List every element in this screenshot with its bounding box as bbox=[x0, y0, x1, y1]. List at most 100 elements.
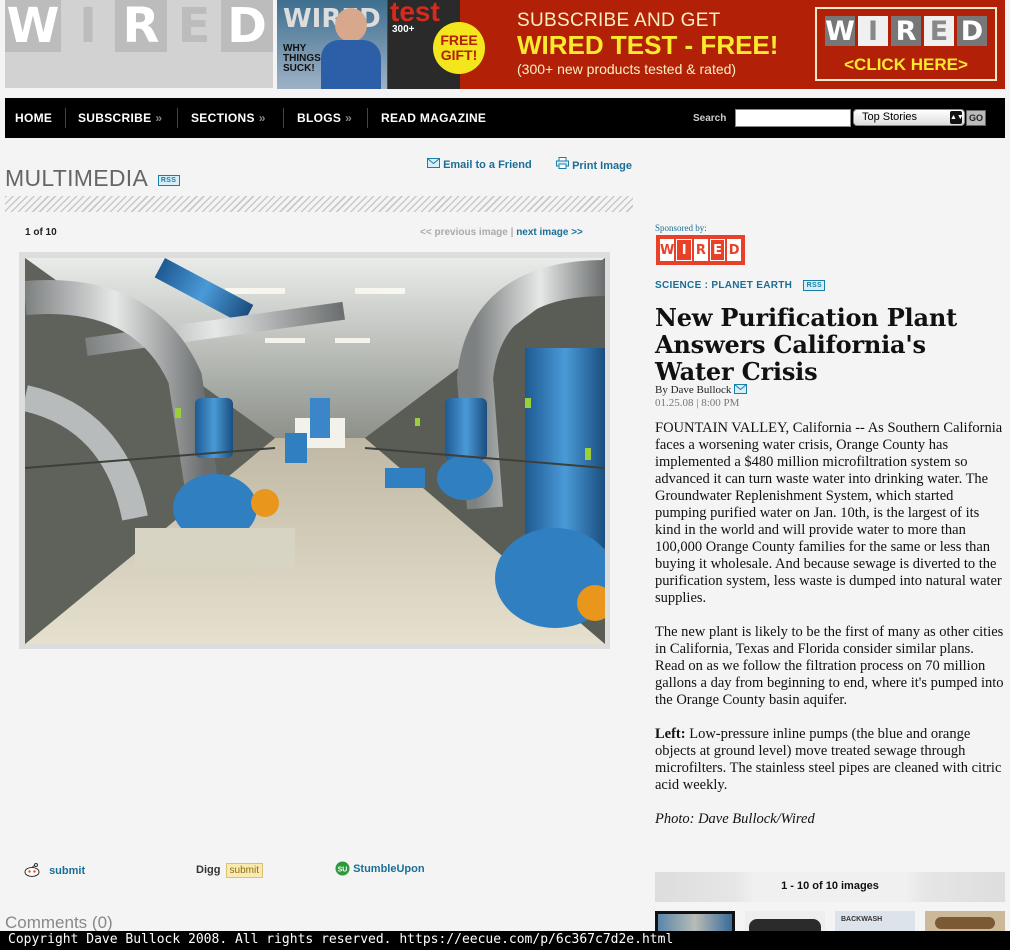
ad-click-here-button[interactable]: W I R E D <CLICK HERE> bbox=[815, 7, 997, 81]
article-categories: SCIENCE : PLANET EARTH RSS bbox=[655, 280, 826, 291]
photo-credit: Photo: Dave Bullock/Wired bbox=[655, 811, 815, 827]
article-paragraph: FOUNTAIN VALLEY, California -- As Southe… bbox=[655, 420, 1003, 606]
nav-subscribe[interactable]: SUBSCRIBE» bbox=[78, 111, 162, 125]
wired-logo[interactable]: W I R E D bbox=[5, 0, 273, 88]
nav-home[interactable]: HOME bbox=[15, 111, 52, 125]
ad-logo-letter: E bbox=[924, 16, 954, 47]
category-science-link[interactable]: SCIENCE bbox=[655, 280, 702, 291]
photo-caption: Left: Low-pressure inline pumps (the blu… bbox=[655, 726, 1005, 794]
email-friend-link[interactable]: Email to a Friend bbox=[427, 158, 532, 171]
ad-line-1: SUBSCRIBE AND GET bbox=[517, 10, 721, 31]
stumbleupon-icon: SU bbox=[335, 861, 350, 876]
previous-image-link[interactable]: << previous image bbox=[420, 227, 508, 238]
caption-text: Low-pressure inline pumps (the blue and … bbox=[655, 726, 1002, 793]
test-cover-number: 300+ bbox=[392, 24, 415, 35]
caption-lead: Left: bbox=[655, 726, 686, 742]
sponsor-logo-letter: D bbox=[727, 239, 742, 261]
cover-face-shape bbox=[335, 8, 367, 42]
sponsor-logo-letter: E bbox=[709, 239, 726, 261]
reddit-alien-icon bbox=[24, 863, 40, 877]
article-byline: By Dave Bullock bbox=[655, 384, 748, 396]
multimedia-title: MULTIMEDIA RSS bbox=[5, 165, 180, 192]
printer-icon bbox=[556, 157, 569, 169]
search-input[interactable] bbox=[735, 109, 851, 127]
copyright-footer: Copyright Dave Bullock 2008. All rights … bbox=[0, 931, 1010, 950]
logo-letter: I bbox=[61, 0, 115, 54]
logo-letter: R bbox=[122, 0, 160, 54]
nav-blogs-label: BLOGS bbox=[297, 111, 342, 125]
cover-shirt-shape bbox=[321, 40, 381, 89]
sponsor-logo-letter: R bbox=[694, 239, 708, 261]
chevron-right-icon: » bbox=[345, 111, 353, 125]
next-image-link[interactable]: next image >> bbox=[516, 227, 583, 238]
ad-wired-logo: W I R E D bbox=[825, 16, 987, 47]
pump-room-illustration bbox=[25, 258, 605, 644]
email-friend-label: Email to a Friend bbox=[443, 159, 532, 171]
search-go-button[interactable]: GO bbox=[966, 110, 986, 126]
ad-line-3: (300+ new products tested & rated) bbox=[517, 61, 737, 77]
ad-line-2: WIRED TEST - FREE! bbox=[517, 30, 779, 60]
nav-divider bbox=[283, 108, 284, 128]
nav-sections-label: SECTIONS bbox=[191, 111, 255, 125]
sponsor-logo-letter: W bbox=[660, 239, 675, 261]
nav-subscribe-label: SUBSCRIBE bbox=[78, 111, 152, 125]
pager-divider: | bbox=[507, 227, 517, 238]
envelope-icon bbox=[427, 158, 440, 168]
gallery-count-label: 1 - 10 of 10 images bbox=[781, 880, 879, 892]
chevron-right-icon: » bbox=[258, 111, 266, 125]
gallery-navigation-bar: 1 - 10 of 10 images bbox=[655, 872, 1005, 902]
select-arrows-icon: ▲▼ bbox=[950, 111, 964, 124]
nav-read-magazine[interactable]: READ MAGAZINE bbox=[381, 111, 486, 125]
ad-logo-letter: R bbox=[891, 16, 921, 47]
sponsor-logo-letter: I bbox=[676, 239, 693, 261]
rss-icon[interactable]: RSS bbox=[803, 280, 826, 291]
magazine-cover-headline: WHY THINGS SUCK! bbox=[283, 43, 321, 74]
thumbnail-caption: BACKWASH bbox=[841, 916, 883, 923]
main-nav-bar: HOME SUBSCRIBE» SECTIONS» BLOGS» READ MA… bbox=[5, 98, 1005, 138]
purification-plant-photo[interactable] bbox=[25, 258, 605, 644]
reddit-submit-label: submit bbox=[49, 865, 86, 877]
category-separator: : bbox=[701, 280, 712, 291]
chevron-right-icon: » bbox=[155, 111, 163, 125]
nav-divider bbox=[65, 108, 66, 128]
nav-divider bbox=[367, 108, 368, 128]
hatched-divider bbox=[5, 196, 633, 212]
stumbleupon-label: StumbleUpon bbox=[353, 863, 425, 875]
search-scope-value: Top Stories bbox=[862, 111, 918, 123]
subscribe-ad-banner[interactable]: WIRED WHY THINGS SUCK! test 300+ FREE GI… bbox=[277, 0, 1005, 89]
nav-blogs[interactable]: BLOGS» bbox=[297, 111, 352, 125]
nav-read-magazine-label: READ MAGAZINE bbox=[381, 111, 487, 125]
gallery-photo-frame bbox=[19, 252, 610, 649]
ad-cta-label: <CLICK HERE> bbox=[844, 55, 968, 74]
article-paragraph: The new plant is likely to be the first … bbox=[655, 624, 1004, 708]
rss-icon[interactable]: RSS bbox=[157, 175, 180, 186]
thumbnail-image bbox=[935, 917, 995, 929]
svg-text:SU: SU bbox=[338, 867, 348, 874]
magazine-cover-image: WIRED WHY THINGS SUCK! bbox=[277, 0, 387, 89]
free-gift-badge: FREE GIFT! bbox=[433, 22, 485, 74]
image-counter: 1 of 10 bbox=[25, 227, 57, 238]
image-pager: << previous image | next image >> bbox=[420, 227, 583, 238]
digg-submit[interactable]: Digg submit bbox=[196, 863, 263, 878]
reddit-submit[interactable]: submit bbox=[24, 863, 85, 877]
digg-submit-button[interactable]: submit bbox=[225, 863, 263, 878]
category-planet-earth-link[interactable]: PLANET EARTH bbox=[711, 280, 792, 291]
sponsored-by-label: Sponsored by: bbox=[655, 223, 707, 233]
logo-letter: D bbox=[227, 0, 267, 54]
nav-divider bbox=[177, 108, 178, 128]
logo-letter-row: W I R E D bbox=[5, 0, 273, 54]
logo-letter: W bbox=[6, 0, 60, 54]
print-image-link[interactable]: Print Image bbox=[556, 157, 632, 172]
sponsor-wired-logo[interactable]: W I R E D bbox=[656, 235, 745, 265]
search-scope-select[interactable]: Top Stories ▲▼ bbox=[853, 109, 965, 126]
logo-letter: E bbox=[167, 0, 221, 54]
author-name[interactable]: By Dave Bullock bbox=[655, 384, 731, 396]
search-label: Search bbox=[693, 113, 727, 124]
multimedia-title-text: MULTIMEDIA bbox=[5, 165, 147, 191]
digg-label: Digg bbox=[196, 864, 221, 876]
comments-heading: Comments (0) bbox=[5, 913, 113, 932]
stumbleupon-link[interactable]: SU StumbleUpon bbox=[335, 861, 425, 876]
envelope-icon[interactable] bbox=[734, 384, 748, 394]
ad-logo-letter: I bbox=[858, 16, 888, 47]
nav-sections[interactable]: SECTIONS» bbox=[191, 111, 266, 125]
